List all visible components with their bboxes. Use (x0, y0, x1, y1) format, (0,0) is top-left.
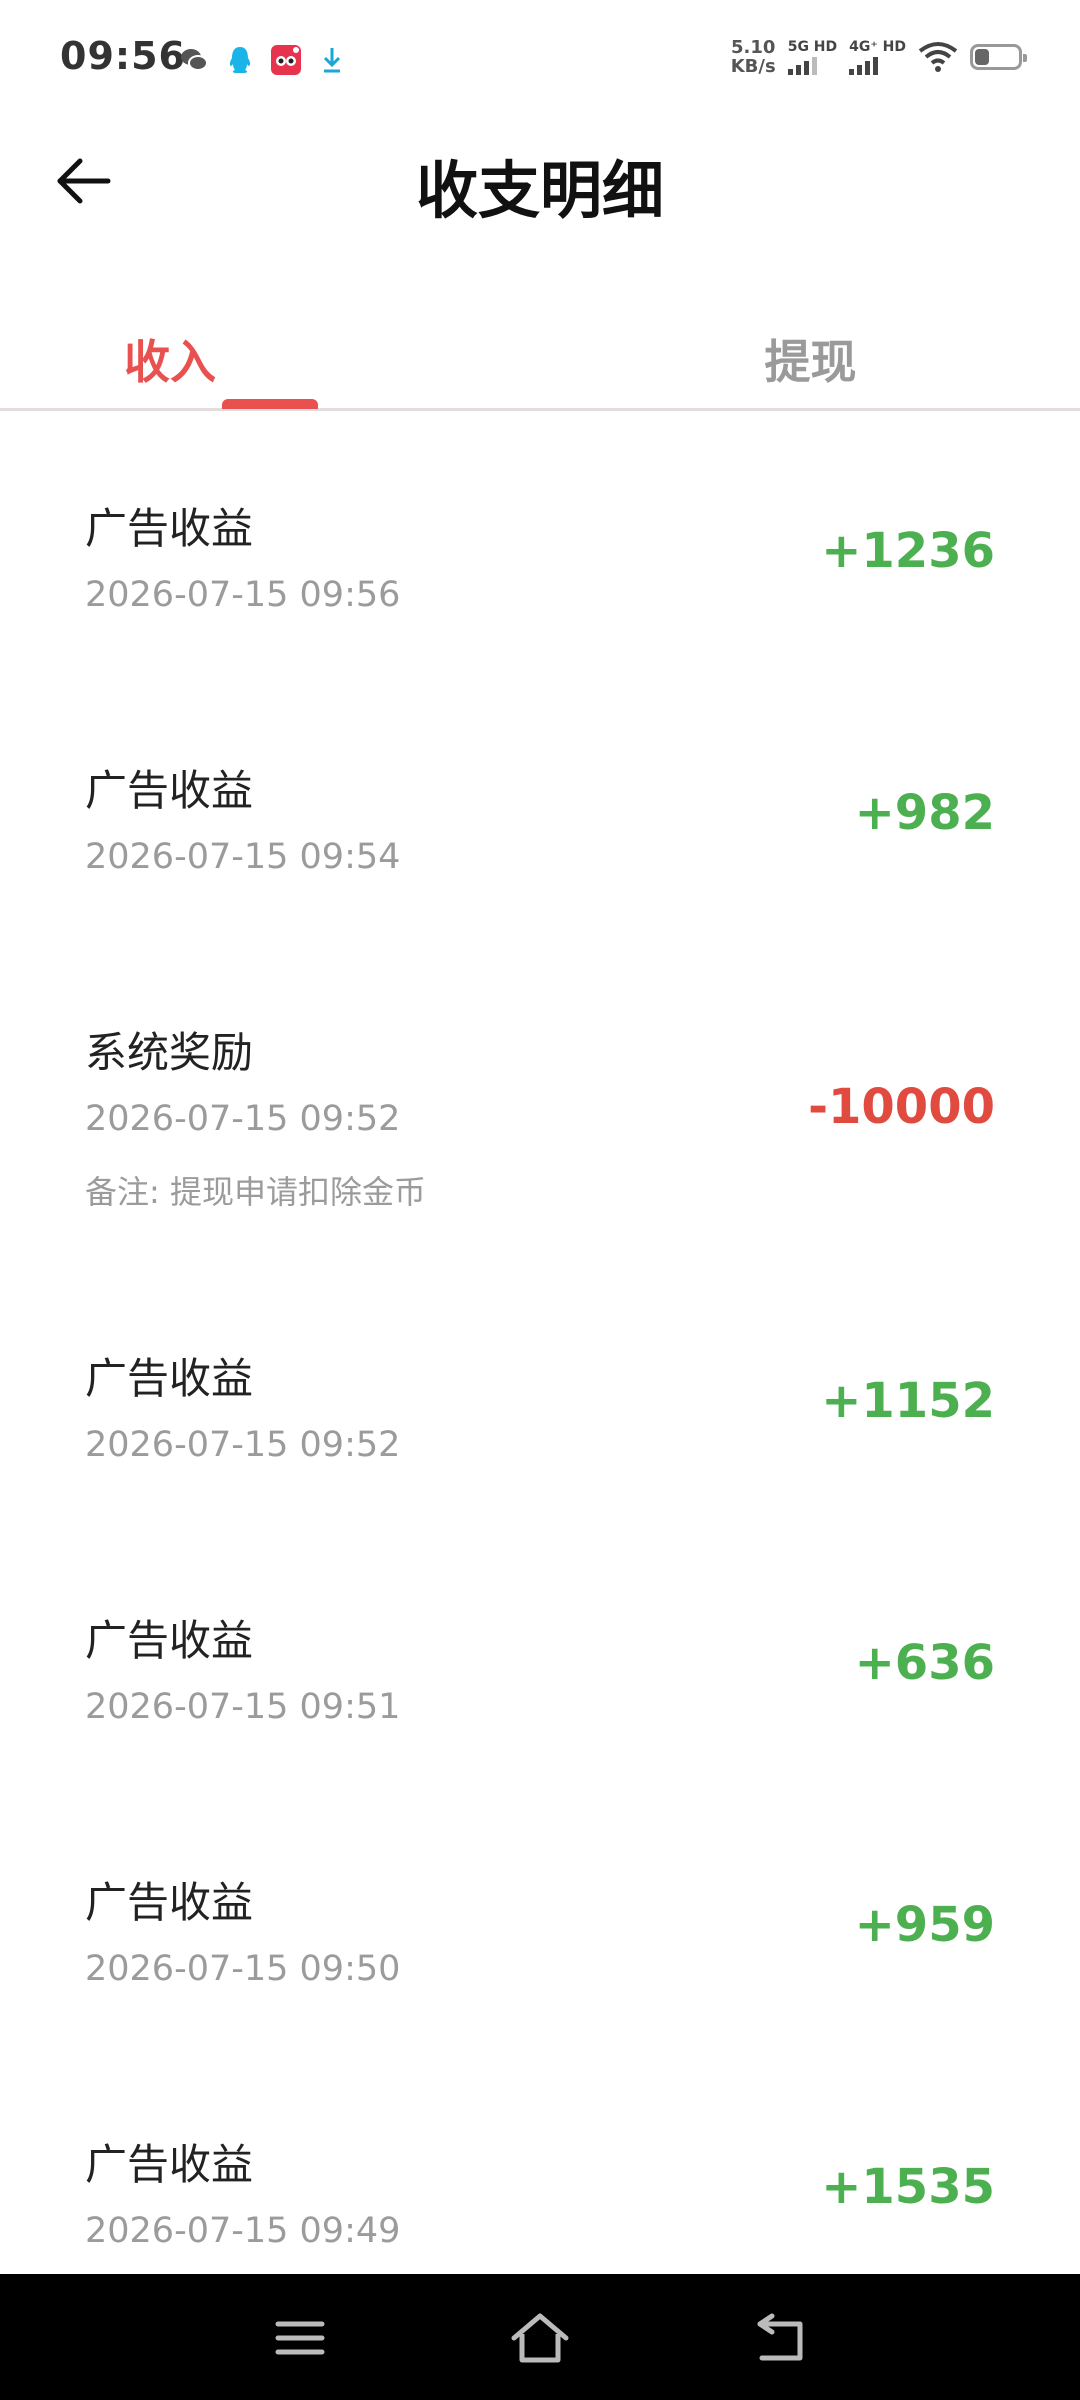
list-item[interactable]: 系统奖励 2026-07-15 09:52 备注: 提现申请扣除金币 -1000… (0, 935, 1080, 1261)
signal-bars-icon (849, 57, 879, 75)
wifi-icon (918, 42, 958, 72)
list-item[interactable]: 广告收益 2026-07-15 09:56 +1236 (0, 411, 1080, 673)
signal-4g-label: 4G⁺ HD (849, 39, 906, 55)
record-amount: -10000 (808, 1079, 995, 1135)
record-amount: +636 (854, 1635, 995, 1691)
record-title: 广告收益 (85, 1878, 254, 1927)
network-speed-value: 5.10 (731, 37, 776, 58)
notification-icons (178, 42, 348, 78)
record-amount: +1535 (821, 2159, 995, 2215)
record-title: 广告收益 (85, 504, 254, 553)
wechat-icon (181, 49, 208, 71)
list-item[interactable]: 广告收益 2026-07-15 09:52 +1152 (0, 1261, 1080, 1523)
list-item[interactable]: 广告收益 2026-07-15 09:49 +1535 (0, 2047, 1080, 2309)
record-title: 广告收益 (85, 1616, 254, 1665)
record-time: 2026-07-15 09:52 (85, 1099, 401, 1139)
tab-withdraw[interactable]: 提现 (540, 300, 1080, 400)
qq-icon (229, 47, 251, 73)
signal-5g: 5G HD (787, 39, 838, 75)
download-icon (323, 48, 341, 73)
record-amount: +959 (854, 1897, 995, 1953)
record-time: 2026-07-15 09:51 (85, 1687, 401, 1727)
record-amount: +1236 (821, 523, 995, 579)
record-time: 2026-07-15 09:50 (85, 1949, 401, 1989)
battery-icon (970, 44, 1027, 70)
header: 收支明细 (0, 120, 1080, 240)
system-nav-bar (0, 2274, 1080, 2400)
status-right: 5.10 KB/s 5G HD 4G⁺ HD (731, 38, 1027, 76)
record-time: 2026-07-15 09:56 (85, 575, 401, 615)
status-time: 09:56 (60, 34, 186, 78)
record-title: 广告收益 (85, 1354, 254, 1403)
record-amount: +1152 (821, 1373, 995, 1429)
tab-withdraw-label: 提现 (764, 335, 857, 389)
record-time: 2026-07-15 09:49 (85, 2211, 401, 2251)
app-icon (271, 45, 301, 75)
network-speed: 5.10 KB/s (731, 38, 776, 76)
record-time: 2026-07-15 09:54 (85, 837, 401, 877)
list-item[interactable]: 广告收益 2026-07-15 09:50 +959 (0, 1785, 1080, 2047)
tab-income-label: 收入 (124, 335, 216, 389)
home-icon[interactable] (510, 2310, 570, 2366)
signal-5g-label: 5G HD (787, 39, 838, 55)
status-bar: 09:56 5.10 KB/s 5G HD 4G⁺ HD (0, 0, 1080, 120)
network-speed-unit: KB/s (730, 56, 776, 77)
list-item[interactable]: 广告收益 2026-07-15 09:54 +982 (0, 673, 1080, 935)
list-item[interactable]: 广告收益 2026-07-15 09:51 +636 (0, 1523, 1080, 1785)
tab-bar: 收入 提现 (0, 280, 1080, 411)
record-title: 广告收益 (85, 2140, 254, 2189)
back-icon[interactable] (752, 2310, 812, 2366)
record-title: 广告收益 (85, 766, 254, 815)
signal-4g: 4G⁺ HD (849, 39, 906, 75)
record-note: 备注: 提现申请扣除金币 (85, 1173, 426, 1211)
tab-active-indicator (222, 399, 318, 409)
record-title: 系统奖励 (85, 1028, 254, 1077)
record-time: 2026-07-15 09:52 (85, 1425, 401, 1465)
record-amount: +982 (854, 785, 995, 841)
signal-bars-icon (787, 57, 817, 75)
page-title: 收支明细 (415, 154, 664, 227)
tab-income[interactable]: 收入 (0, 300, 540, 400)
menu-icon[interactable] (270, 2310, 330, 2366)
record-list: 广告收益 2026-07-15 09:56 +1236 广告收益 2026-07… (0, 411, 1080, 2309)
